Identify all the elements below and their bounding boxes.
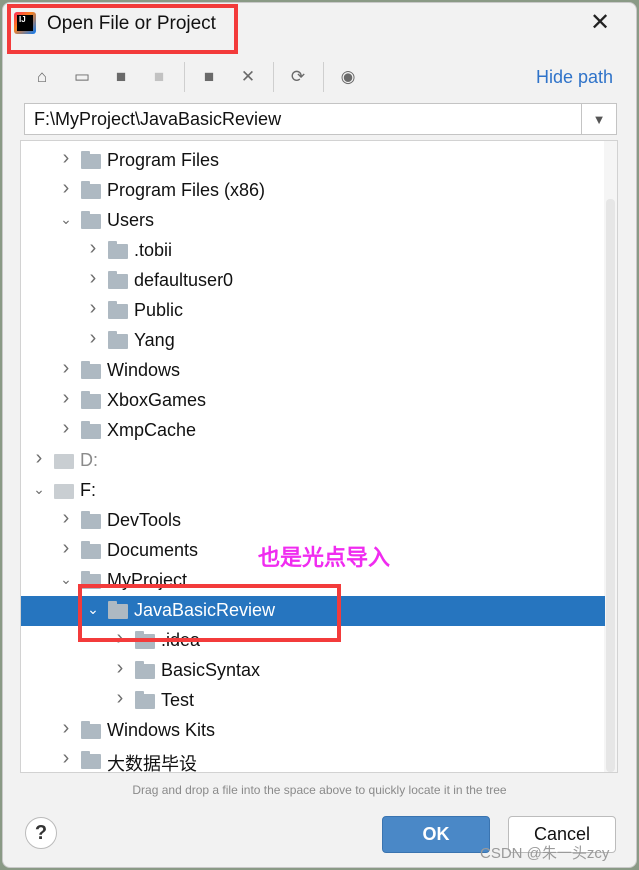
toolbar-separator	[273, 62, 274, 92]
file-tree[interactable]: › Program Files › Program Files (x86) ⌄ Users…	[20, 140, 618, 773]
hide-path-link[interactable]: Hide path	[536, 67, 613, 88]
tree-item[interactable]: › Test	[21, 686, 605, 716]
tree-item[interactable]: › D:	[21, 446, 605, 476]
history-dropdown-button[interactable]: ▼	[581, 104, 616, 134]
path-value: F:\MyProject\JavaBasicReview	[34, 109, 282, 129]
annotation-note: 也是光点导入	[258, 545, 391, 570]
chevron-right-icon[interactable]: ›	[86, 267, 100, 290]
desktop-icon[interactable]: ▭	[71, 66, 93, 88]
chevron-right-icon[interactable]: ›	[32, 447, 46, 470]
tree-item-label: defaultuser0	[134, 270, 234, 290]
folder-icon	[81, 421, 101, 439]
folder-icon	[81, 511, 101, 529]
ok-button[interactable]: OK	[382, 816, 490, 853]
delete-icon[interactable]: ✕	[237, 66, 259, 88]
drag-drop-hint: Drag and drop a file into the space abov…	[132, 783, 507, 797]
chevron-right-icon[interactable]: ›	[86, 237, 100, 260]
tree-item[interactable]: › .tobii	[21, 236, 605, 266]
tree-item-label: Windows Kits	[107, 720, 216, 740]
tree-item[interactable]: › defaultuser0	[21, 266, 605, 296]
folder-icon	[135, 661, 155, 679]
drive-icon	[54, 454, 74, 469]
chevron-right-icon[interactable]: ›	[59, 507, 73, 530]
chevron-down-icon[interactable]: ⌄	[59, 211, 73, 228]
chevron-down-icon[interactable]: ⌄	[59, 571, 73, 588]
path-input[interactable]: F:\MyProject\JavaBasicReview ▼	[24, 103, 617, 135]
tree-item[interactable]: › Windows	[21, 356, 605, 386]
new-folder-icon[interactable]: ■	[198, 66, 220, 88]
chevron-right-icon[interactable]: ›	[86, 327, 100, 350]
tree-item-label: XboxGames	[107, 390, 207, 410]
refresh-icon[interactable]: ⟳	[287, 66, 309, 88]
folder-icon	[81, 721, 101, 739]
tree-item-label: .tobii	[134, 240, 173, 260]
tree-item[interactable]: › 大数据毕设	[21, 746, 605, 773]
tree-item-label: BasicSyntax	[161, 660, 261, 680]
folder-icon	[108, 331, 128, 349]
folder-icon	[81, 391, 101, 409]
chevron-right-icon[interactable]: ›	[59, 147, 73, 170]
annotation-box-selection	[78, 584, 341, 642]
tree-scrollbar[interactable]	[604, 141, 617, 772]
toolbar-separator	[184, 62, 185, 92]
tree-item[interactable]: › XmpCache	[21, 416, 605, 446]
chevron-right-icon[interactable]: ›	[59, 747, 73, 770]
folder-icon	[108, 271, 128, 289]
help-button[interactable]: ?	[25, 817, 57, 849]
tree-item-label: DevTools	[107, 510, 182, 530]
folder-icon	[81, 181, 101, 199]
tree-item[interactable]: ⌄ Users	[21, 206, 605, 236]
toolbar-separator	[323, 62, 324, 92]
tree-item[interactable]: › Program Files	[21, 146, 605, 176]
tree-item-label: Program Files (x86)	[107, 180, 266, 200]
scrollbar-thumb[interactable]	[606, 199, 615, 772]
chevron-right-icon[interactable]: ›	[113, 657, 127, 680]
folder-icon	[108, 301, 128, 319]
chevron-right-icon[interactable]: ›	[59, 387, 73, 410]
tree-item-label: 大数据毕设	[107, 754, 197, 773]
project-folder-icon[interactable]: ■	[110, 66, 132, 88]
drive-icon	[54, 484, 74, 499]
chevron-right-icon[interactable]: ›	[113, 687, 127, 710]
module-folder-icon: ■	[153, 67, 165, 86]
folder-icon	[81, 751, 101, 769]
tree-item[interactable]: › Public	[21, 296, 605, 326]
folder-icon	[81, 541, 101, 559]
chevron-down-icon[interactable]: ⌄	[32, 481, 46, 498]
folder-icon	[81, 361, 101, 379]
folder-icon	[108, 241, 128, 259]
tree-item-label: F:	[80, 480, 96, 500]
chevron-right-icon[interactable]: ›	[59, 537, 73, 560]
annotation-box-title	[7, 4, 238, 54]
tree-item-label: Yang	[134, 330, 175, 350]
chevron-right-icon[interactable]: ›	[59, 357, 73, 380]
tree-item[interactable]: › XboxGames	[21, 386, 605, 416]
tree-item[interactable]: ⌄ F:	[21, 476, 605, 506]
tree-item-label: Users	[107, 210, 155, 230]
tree-item-label: XmpCache	[107, 420, 197, 440]
tree-item[interactable]: › Program Files (x86)	[21, 176, 605, 206]
watermark: CSDN @朱一头zcy	[480, 845, 610, 862]
tree-item[interactable]: › BasicSyntax	[21, 656, 605, 686]
show-hidden-icon[interactable]: ◉	[337, 66, 359, 88]
chevron-right-icon[interactable]: ›	[59, 177, 73, 200]
tree-item-label: Documents	[107, 540, 199, 560]
home-icon[interactable]: ⌂	[31, 66, 53, 88]
tree-item-label: Test	[161, 690, 195, 710]
chevron-right-icon[interactable]: ›	[59, 417, 73, 440]
tree-item-label: Program Files	[107, 150, 220, 170]
tree-item-label: D:	[80, 450, 98, 470]
close-icon[interactable]: ✕	[590, 8, 610, 37]
folder-icon	[81, 151, 101, 169]
tree-item[interactable]: › DevTools	[21, 506, 605, 536]
folder-icon	[81, 211, 101, 229]
tree-item-label: Public	[134, 300, 184, 320]
folder-icon	[135, 691, 155, 709]
chevron-right-icon[interactable]: ›	[86, 297, 100, 320]
tree-item-label: Windows	[107, 360, 181, 380]
tree-item[interactable]: › Yang	[21, 326, 605, 356]
tree-item[interactable]: › Windows Kits	[21, 716, 605, 746]
chevron-down-icon: ▼	[592, 111, 606, 127]
chevron-right-icon[interactable]: ›	[59, 717, 73, 740]
